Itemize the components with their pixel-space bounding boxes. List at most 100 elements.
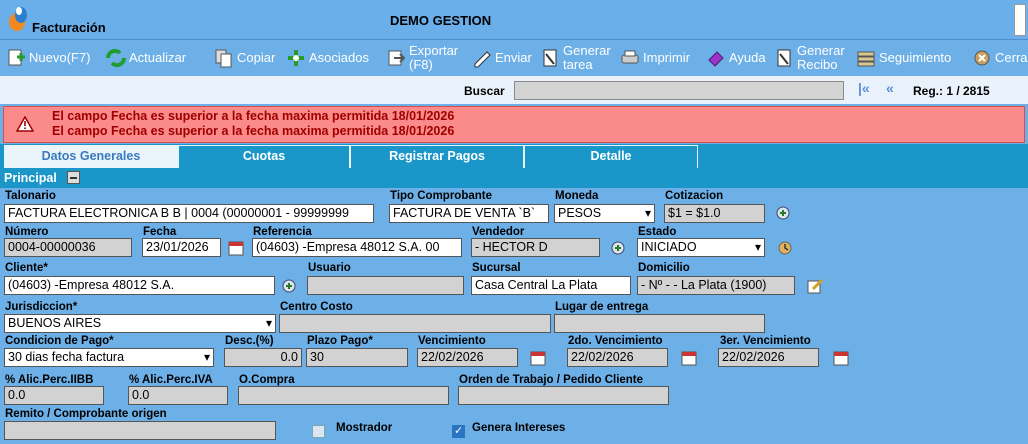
collapse-icon[interactable] [67, 171, 80, 184]
tab-cuotas[interactable]: Cuotas [178, 145, 350, 168]
vencimiento2-label: 2do. Vencimiento [568, 335, 663, 347]
desc-field[interactable]: 0.0 [224, 348, 302, 367]
alic-iva-label: % Alic.Perc.IVA [129, 374, 213, 386]
tipo-comprobante-select[interactable]: FACTURA DE VENTA `B` [389, 204, 549, 223]
alert-message: El campo Fecha es superior a la fecha ma… [52, 109, 455, 123]
vencimiento2-field[interactable]: 22/02/2026 [567, 348, 668, 367]
desc-label: Desc.(%) [225, 335, 274, 347]
close-button[interactable]: Cerra [972, 40, 1028, 76]
cliente-field[interactable]: (04603) -Empresa 48012 S.A. [4, 276, 275, 295]
export-button[interactable]: Exportar (F8) [386, 40, 467, 76]
warning-icon [16, 116, 34, 132]
receipt-button[interactable]: Generar Recibo [774, 40, 853, 76]
prev-record-button[interactable]: « [886, 80, 894, 96]
estado-history-icon[interactable] [776, 239, 794, 257]
send-icon [474, 51, 491, 68]
centro-costo-field[interactable] [279, 314, 551, 333]
orden-trabajo-label: Orden de Trabajo / Pedido Cliente [459, 374, 644, 386]
domicilio-field[interactable]: - Nº - - La Plata (1900) [637, 276, 795, 295]
task-button[interactable]: Generar tarea [540, 40, 619, 76]
talonario-select[interactable]: FACTURA ELECTRONICA B B | 0004 (00000001… [4, 204, 374, 223]
sucursal-field[interactable]: Casa Central La Plata [471, 276, 631, 295]
mostrador-label: Mostrador [336, 422, 393, 434]
close-label: Cerra [995, 50, 1028, 65]
mostrador-checkbox[interactable] [312, 425, 325, 438]
copy-icon [215, 49, 232, 68]
vendedor-field[interactable]: - HECTOR D [471, 238, 600, 257]
toolbar: Nuevo(F7) Actualizar Copiar Asociados Ex… [0, 40, 1028, 76]
associated-button[interactable]: Asociados [286, 40, 369, 76]
o-compra-field[interactable] [238, 386, 449, 405]
tab-detalle[interactable]: Detalle [524, 145, 698, 168]
edit-address-icon[interactable] [806, 277, 824, 295]
vendedor-search-icon[interactable] [609, 239, 627, 257]
cliente-label: Cliente* [5, 262, 48, 274]
send-button[interactable]: Enviar [472, 40, 532, 76]
condicion-pago-select[interactable]: 30 dias fecha factura [4, 348, 214, 367]
calendar-icon[interactable] [832, 349, 850, 367]
numero-label: Número [5, 226, 49, 238]
first-record-button[interactable]: |« [858, 80, 870, 96]
vencimiento-field[interactable]: 22/02/2026 [417, 348, 518, 367]
print-button[interactable]: Imprimir [620, 40, 690, 76]
usuario-label: Usuario [308, 262, 351, 274]
usuario-field[interactable] [307, 276, 464, 295]
fecha-label: Fecha [143, 226, 177, 238]
search-input[interactable] [514, 81, 844, 100]
referencia-field[interactable]: (04603) -Empresa 48012 S.A. 00 [252, 238, 462, 257]
plazo-pago-field[interactable]: 30 [306, 348, 408, 367]
estado-select[interactable]: INICIADO [637, 238, 765, 257]
vendedor-label: Vendedor [472, 226, 525, 238]
genera-intereses-checkbox[interactable] [452, 424, 465, 438]
domicilio-label: Domicilio [638, 262, 690, 274]
calendar-icon[interactable] [529, 349, 547, 367]
company-name: DEMO GESTION [390, 13, 492, 28]
copy-label: Copiar [237, 50, 276, 65]
vencimiento3-field[interactable]: 22/02/2026 [718, 348, 819, 367]
alic-iva-field[interactable]: 0.0 [128, 386, 228, 405]
talonario-label: Talonario [5, 190, 56, 202]
refresh-label: Actualizar [129, 50, 187, 65]
copy-button[interactable]: Copiar [214, 40, 275, 76]
alert-message: El campo Fecha es superior a la fecha ma… [52, 124, 455, 138]
fecha-field[interactable]: 23/01/2026 [142, 238, 221, 257]
cotizacion-label: Cotizacion [665, 190, 724, 202]
lugar-entrega-field[interactable] [554, 314, 765, 333]
o-compra-label: O.Compra [239, 374, 295, 386]
jurisdiccion-select[interactable]: BUENOS AIRES [4, 314, 276, 333]
calendar-icon[interactable] [227, 239, 245, 257]
tipo-comprobante-label: Tipo Comprobante [390, 190, 493, 202]
receipt-icon [777, 49, 791, 67]
send-label: Enviar [495, 50, 532, 65]
numero-field[interactable]: 0004-00000036 [4, 238, 132, 257]
vencimiento-label: Vencimiento [418, 335, 486, 347]
tab-registrar-pagos[interactable]: Registrar Pagos [350, 145, 524, 168]
tracking-label: Seguimiento [879, 50, 952, 65]
orden-trabajo-field[interactable] [458, 386, 669, 405]
remito-label: Remito / Comprobante origen [5, 408, 167, 420]
help-button[interactable]: Ayuda [706, 40, 766, 76]
remito-field[interactable] [4, 421, 276, 440]
moneda-label: Moneda [555, 190, 599, 202]
moneda-select[interactable]: PESOS [554, 204, 655, 223]
tab-datos-generales[interactable]: Datos Generales [4, 145, 178, 168]
tracking-icon [857, 51, 875, 67]
alic-iibb-field[interactable]: 0.0 [4, 386, 104, 405]
export-label: Exportar (F8) [409, 43, 459, 72]
export-icon [388, 50, 406, 66]
receipt-label: Generar Recibo [797, 43, 845, 72]
new-label: Nuevo(F7) [29, 50, 91, 65]
cotizacion-field[interactable]: $1 = $1.0 [664, 204, 765, 223]
cliente-search-icon[interactable] [280, 277, 298, 295]
section-header [0, 168, 1028, 188]
cotizacion-refresh-icon[interactable] [774, 204, 792, 222]
plazo-pago-label: Plazo Pago* [307, 335, 373, 347]
centro-costo-label: Centro Costo [280, 301, 353, 313]
tracking-button[interactable]: Seguimiento [856, 40, 951, 76]
calendar-icon[interactable] [680, 349, 698, 367]
new-doc-icon [8, 49, 25, 66]
refresh-button[interactable]: Actualizar [106, 40, 186, 76]
task-label: Generar tarea [563, 43, 611, 72]
new-button[interactable]: Nuevo(F7) [6, 40, 90, 76]
referencia-label: Referencia [253, 226, 312, 238]
